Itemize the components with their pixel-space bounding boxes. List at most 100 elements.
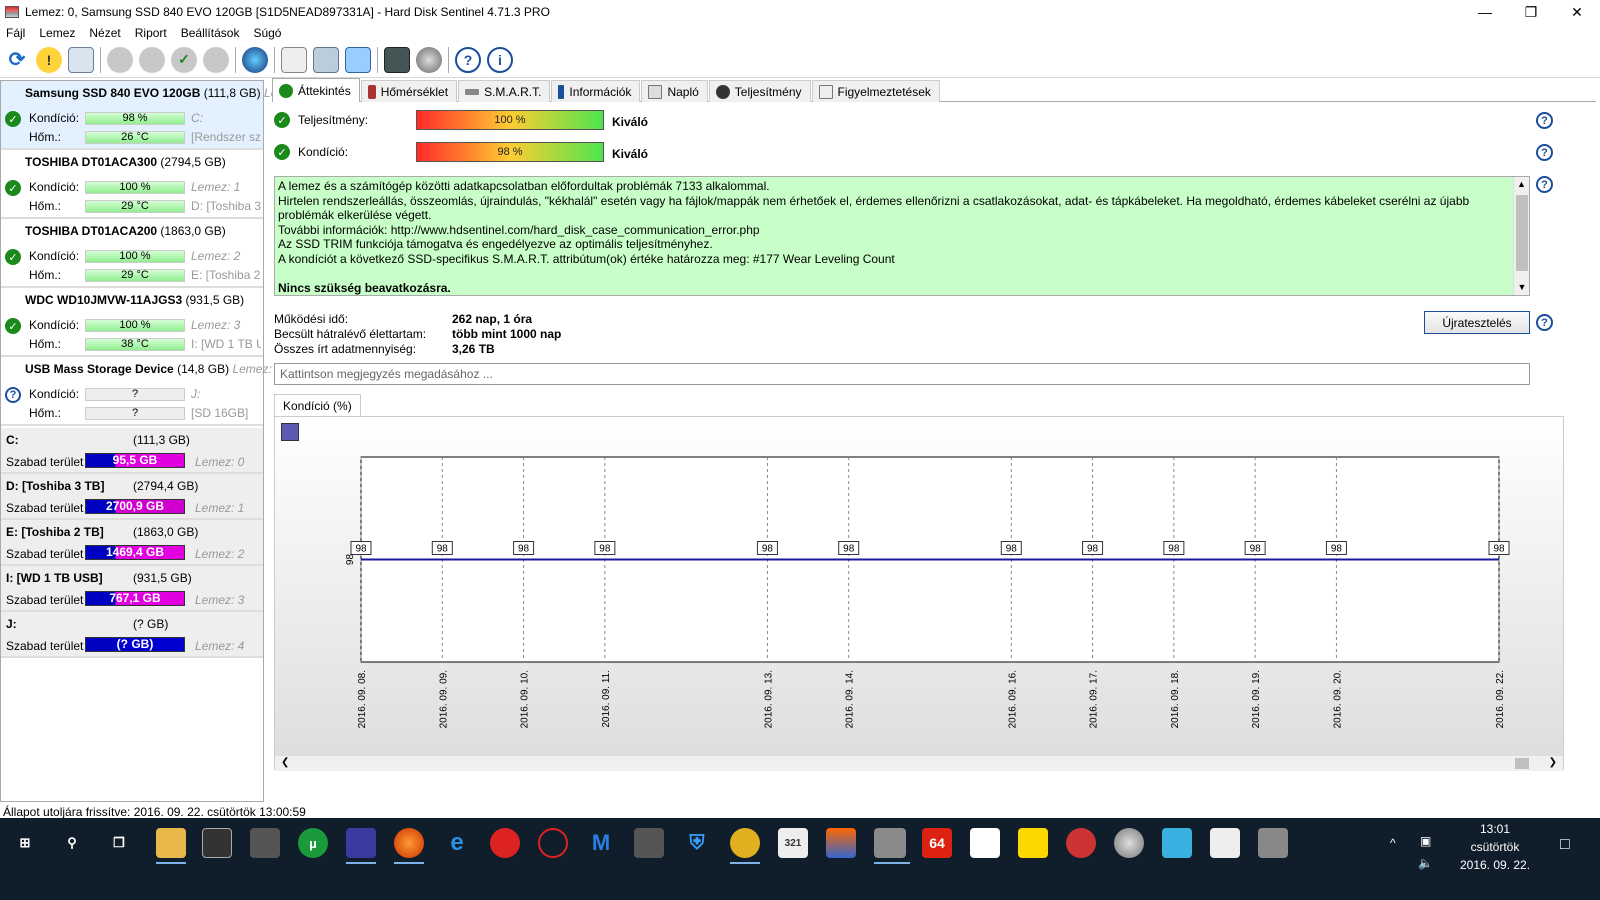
volume-item[interactable]: I: [WD 1 TB USB] (931,5 GB) Szabad terület…: [1, 566, 263, 612]
calendar-icon[interactable]: 321: [778, 828, 808, 858]
help-icon[interactable]: ?: [1536, 314, 1553, 331]
scroll-left-icon[interactable]: ❮: [281, 757, 289, 768]
help-icon[interactable]: ?: [1536, 176, 1553, 193]
network-icon[interactable]: [345, 46, 371, 73]
network-tray-icon[interactable]: ▣: [1420, 834, 1431, 848]
tab-overview[interactable]: Áttekintés: [272, 78, 360, 102]
app-icon-target[interactable]: [538, 828, 568, 858]
tab-alerts[interactable]: Figyelmeztetések: [811, 80, 940, 102]
data-label: 98: [1493, 544, 1505, 555]
globe-icon[interactable]: [242, 46, 268, 73]
info-icon[interactable]: i: [487, 46, 513, 73]
scroll-up-icon[interactable]: ▲: [1514, 177, 1529, 192]
disk-check-icon[interactable]: ✓: [171, 46, 197, 73]
help-icon[interactable]: ?: [1536, 144, 1553, 161]
disk-name: Samsung SSD 840 EVO 120GB (111,8 GB) Le: [25, 86, 278, 100]
hdsentinel-icon[interactable]: [874, 828, 906, 858]
sound-icon[interactable]: [416, 46, 442, 73]
star-app-icon[interactable]: [1018, 828, 1048, 858]
task-view-icon[interactable]: ❐: [104, 828, 134, 858]
chevron-up-icon[interactable]: ^: [1390, 836, 1396, 850]
disk-item[interactable]: Samsung SSD 840 EVO 120GB (111,8 GB) Le ✓…: [1, 81, 277, 150]
scroll-down-icon[interactable]: ▼: [1514, 280, 1530, 295]
tab-log[interactable]: Napló: [641, 80, 708, 102]
windows-start-icon[interactable]: ⊞: [10, 828, 40, 858]
clock-time[interactable]: 13:01: [1460, 822, 1530, 836]
chart-tab[interactable]: Kondíció (%): [274, 394, 361, 416]
clock-date[interactable]: 2016. 09. 22.: [1450, 858, 1540, 872]
disk-item[interactable]: WDC WD10JMVW-11AJGS3 (931,5 GB) ✓ Kondíci…: [1, 288, 263, 357]
question-icon: ?: [5, 387, 21, 403]
menu-help[interactable]: Súgó: [253, 26, 281, 40]
file-explorer-icon[interactable]: [156, 828, 186, 858]
disk-item[interactable]: USB Mass Storage Device (14,8 GB) Lemez:…: [1, 357, 272, 426]
tab-information[interactable]: Információk: [551, 80, 641, 102]
app-icon-yellow[interactable]: [730, 828, 760, 858]
warning-icon[interactable]: !: [36, 46, 62, 73]
disk-item[interactable]: TOSHIBA DT01ACA300 (2794,5 GB) ✓ Kondíció…: [1, 150, 263, 219]
disk-test-icon[interactable]: [139, 46, 165, 73]
settings-app-icon[interactable]: [1162, 828, 1192, 858]
device-icon[interactable]: [250, 828, 280, 858]
tab-performance[interactable]: Teljesítmény: [708, 80, 811, 102]
disk-tool-icon[interactable]: [107, 46, 133, 73]
volume-item[interactable]: J: (? GB) Szabad terület (? GB) Lemez: 4: [1, 612, 263, 658]
volume-icon[interactable]: 🔈: [1418, 856, 1433, 870]
help-icon[interactable]: ?: [455, 46, 481, 73]
clock-day[interactable]: csütörtök: [1460, 840, 1530, 854]
utorrent-icon[interactable]: µ: [298, 828, 328, 858]
terminal-icon[interactable]: [202, 828, 232, 858]
volume-disk: Lemez: 2: [195, 547, 245, 561]
horizontal-scrollbar[interactable]: ❮ ❯: [275, 755, 1563, 771]
menu-disk[interactable]: Lemez: [39, 26, 75, 40]
check-icon: ✓: [5, 111, 21, 127]
volume-item[interactable]: D: [Toshiba 3 TB] (2794,4 GB) Szabad terül…: [1, 474, 263, 520]
tab-temperature[interactable]: Hőmérséklet: [360, 80, 458, 102]
x-tick-label: 2016. 09. 14.: [845, 670, 856, 728]
help-icon[interactable]: ?: [1536, 112, 1553, 129]
aida64-icon[interactable]: 64: [922, 828, 952, 858]
scrollbar[interactable]: ▲ ▼: [1513, 177, 1529, 295]
malwarebytes-icon[interactable]: M: [586, 828, 616, 858]
x-tick-label: 2016. 09. 19.: [1251, 670, 1262, 728]
menu-report[interactable]: Riport: [135, 26, 167, 40]
scroll-thumb[interactable]: [1515, 758, 1529, 769]
disk-settings-icon[interactable]: [203, 46, 229, 73]
volume-item[interactable]: E: [Toshiba 2 TB] (1863,0 GB) Szabad terül…: [1, 520, 263, 566]
document-icon[interactable]: [281, 46, 307, 73]
ccleaner-icon[interactable]: [826, 828, 856, 858]
notepad-icon[interactable]: [970, 828, 1000, 858]
scroll-thumb[interactable]: [1516, 195, 1528, 271]
note-input[interactable]: Kattintson megjegyzés megadásához ...: [274, 363, 1530, 385]
scroll-right-icon[interactable]: ❯: [1549, 757, 1557, 768]
menu-settings[interactable]: Beállítások: [181, 26, 240, 40]
refresh-icon[interactable]: ⟳: [4, 47, 30, 73]
tools-icon[interactable]: [1258, 828, 1288, 858]
retest-button[interactable]: Újratesztelés: [1424, 311, 1530, 334]
cd-icon[interactable]: [1114, 828, 1144, 858]
calculator-icon[interactable]: [1210, 828, 1240, 858]
action-center-icon[interactable]: □: [1560, 836, 1570, 854]
edge-icon[interactable]: e: [442, 828, 472, 858]
maximize-button[interactable]: ❐: [1508, 0, 1554, 24]
menu-file[interactable]: Fájl: [6, 26, 25, 40]
disk-item[interactable]: TOSHIBA DT01ACA200 (1863,0 GB) ✓ Kondíció…: [1, 219, 263, 288]
sync-icon[interactable]: [313, 46, 339, 73]
search-icon[interactable]: ⚲: [57, 828, 87, 858]
app-icon-red[interactable]: [490, 828, 520, 858]
tab-smart[interactable]: S.M.A.R.T.: [458, 80, 551, 102]
speaker-app-icon[interactable]: [634, 828, 664, 858]
close-button[interactable]: ✕: [1554, 0, 1600, 24]
volume-item[interactable]: C: (111,3 GB) Szabad terület 95,5 GB Lemez: …: [1, 428, 263, 474]
report-icon[interactable]: [68, 46, 94, 73]
firefox-icon[interactable]: [394, 828, 424, 858]
shield-icon[interactable]: ⛨: [682, 828, 712, 858]
app-icon-disc[interactable]: [1066, 828, 1096, 858]
volume-capacity: (111,3 GB): [133, 433, 190, 447]
performance-bar: 100 %: [416, 110, 604, 130]
monitor-icon[interactable]: [384, 46, 410, 73]
menu-view[interactable]: Nézet: [89, 26, 120, 40]
tab-strip: Áttekintés Hőmérséklet S.M.A.R.T. Inform…: [272, 78, 1596, 102]
floppy-icon[interactable]: [346, 828, 376, 858]
minimize-button[interactable]: —: [1462, 0, 1508, 24]
